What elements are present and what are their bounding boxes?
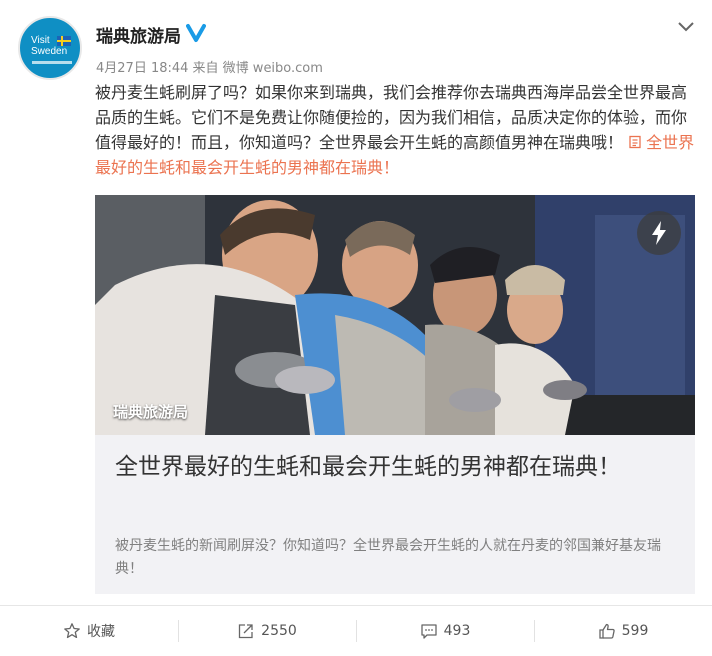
weibo-post: Visit Sweden 瑞典旅游局 4月27日 18:44 来自 微博 wei… bbox=[0, 0, 712, 656]
comment-button[interactable]: 493 bbox=[356, 606, 534, 656]
repost-button[interactable]: 2550 bbox=[178, 606, 356, 656]
card-title[interactable]: 全世界最好的生蚝和最会开生蚝的男神都在瑞典！ bbox=[115, 450, 675, 484]
like-count: 599 bbox=[621, 623, 649, 639]
article-cover-image[interactable]: 瑞典旅游局 bbox=[95, 195, 695, 435]
verified-badge-icon bbox=[186, 24, 206, 42]
card-description: 被丹麦生蚝的新闻刷屏没？你知道吗？全世界最会开生蚝的人就在丹麦的邻国兼好基友瑞典… bbox=[115, 538, 661, 577]
post-body: 被丹麦生蚝刷屏了吗？如果你来到瑞典，我们会推荐你去瑞典西海岸品尝全世界最高品质的… bbox=[95, 83, 688, 152]
lightning-icon bbox=[652, 221, 666, 245]
swedish-flag-icon bbox=[57, 36, 71, 46]
avatar-decoration bbox=[32, 61, 72, 64]
avatar[interactable]: Visit Sweden bbox=[18, 16, 82, 80]
action-bar: 收藏 2550 493 599 bbox=[0, 606, 712, 656]
repost-count: 2550 bbox=[261, 623, 297, 639]
chevron-down-icon[interactable] bbox=[676, 16, 696, 36]
post-text: 被丹麦生蚝刷屏了吗？如果你来到瑞典，我们会推荐你去瑞典西海岸品尝全世界最高品质的… bbox=[95, 80, 695, 180]
favorite-button[interactable]: 收藏 bbox=[0, 606, 178, 656]
comment-icon bbox=[420, 624, 437, 639]
favorite-label: 收藏 bbox=[87, 624, 115, 640]
chefs-illustration bbox=[95, 195, 695, 435]
username[interactable]: 瑞典旅游局 bbox=[96, 22, 181, 47]
article-icon bbox=[629, 135, 641, 149]
repost-icon bbox=[239, 624, 253, 639]
image-caption: 瑞典旅游局 bbox=[113, 403, 189, 421]
play-button[interactable] bbox=[637, 211, 681, 255]
article-card[interactable]: 瑞典旅游局 全世界最好的生蚝和最会开生蚝的男神都在瑞典！ 被丹麦生蚝的新闻刷屏没… bbox=[95, 195, 695, 594]
comment-count: 493 bbox=[443, 623, 471, 639]
post-meta: 4月27日 18:44 来自 微博 weibo.com bbox=[96, 61, 323, 76]
like-button[interactable]: 599 bbox=[534, 606, 712, 656]
thumbs-up-icon bbox=[598, 623, 615, 639]
avatar-logo-text: Visit Sweden bbox=[31, 35, 68, 57]
star-icon bbox=[64, 623, 80, 639]
